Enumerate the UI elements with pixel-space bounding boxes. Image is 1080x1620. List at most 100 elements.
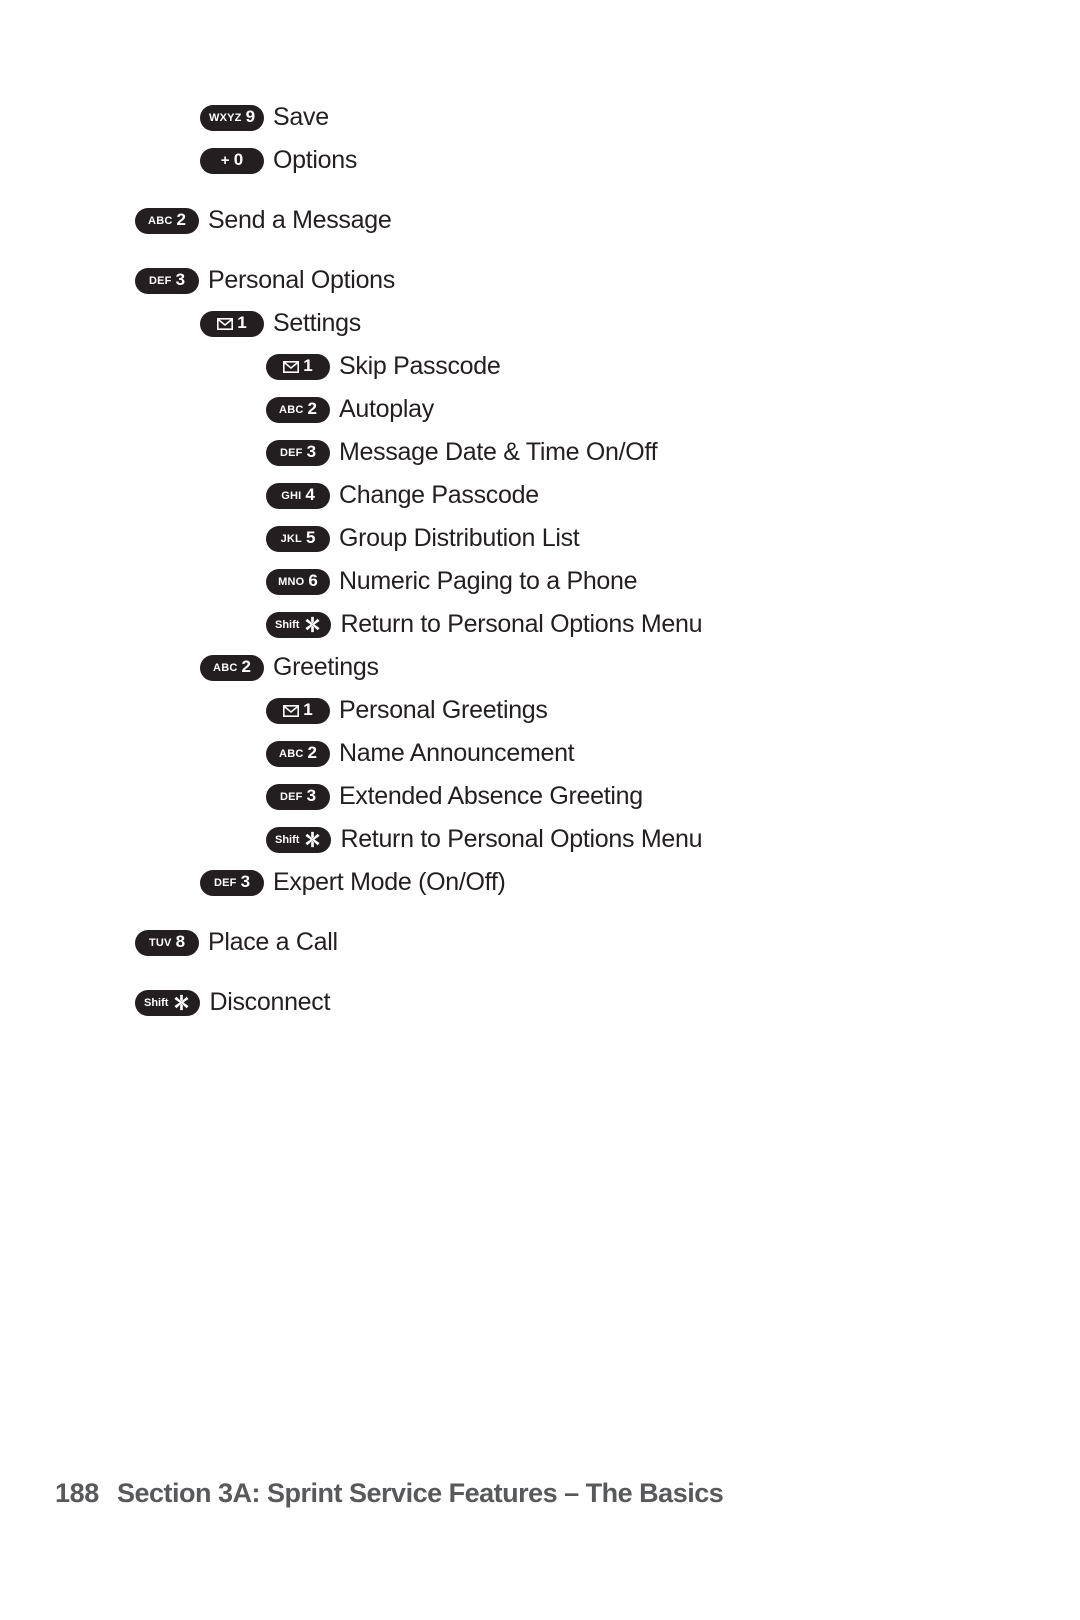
key-digit: 3 [306,786,317,805]
key-digit: 0 [233,150,244,169]
voicemail-menu-tree: WXYZ 9 Save +0 Options ABC 2 Send a Message DEF 3… [0,96,1080,1024]
key-digit: 3 [240,872,251,891]
menu-row: ABC 2 Send a Message [0,199,1080,242]
key-digit: 3 [306,442,317,461]
key-digit: 2 [307,399,317,418]
menu-row: DEF 3 Expert Mode (On/Off) [0,861,1080,904]
menu-row: ABC 2 Autoplay [0,388,1080,431]
phone-key-badge: Shift [266,611,332,638]
phone-key-badge: Shift [135,989,201,1016]
key-digit: 8 [175,932,186,951]
menu-row: ABC 2 Name Announcement [0,732,1080,775]
menu-item-label: Group Distribution List [339,524,580,552]
key-sublabel: WXYZ [209,112,242,124]
menu-row: TUV 8 Place a Call [0,921,1080,964]
key-sublabel: DEF [213,877,237,889]
menu-row: DEF 3 Message Date & Time On/Off [0,431,1080,474]
menu-row: MNO 6 Numeric Paging to a Phone [0,560,1080,603]
key-sublabel: ABC [279,404,304,416]
footer-page-number: 188 [55,1478,99,1508]
footer-section-title: Section 3A: Sprint Service Features – Th… [117,1478,724,1508]
menu-row: Shift Return to Personal Options Menu [0,603,1080,646]
key-sublabel: JKL [280,533,302,545]
key-sublabel: Shift [275,619,300,631]
phone-key-badge: 1 [200,310,264,337]
key-sublabel: + [220,152,230,169]
asterisk-key-icon [303,615,322,634]
menu-item-label: Greetings [273,653,379,681]
key-digit: 4 [305,485,315,504]
phone-key-badge: JKL 5 [266,525,330,552]
key-digit: 9 [245,107,256,126]
key-digit: 2 [241,657,251,676]
menu-item-label: Skip Passcode [339,352,501,380]
key-sublabel: DEF [148,275,172,287]
phone-key-badge: DEF 3 [266,783,330,810]
menu-item-label: Return to Personal Options Menu [340,610,703,638]
key-digit: 6 [308,571,318,590]
key-sublabel: DEF [279,791,303,803]
key-sublabel: DEF [279,447,303,459]
key-sublabel: Shift [144,997,169,1009]
key-digit: 1 [303,356,313,375]
phone-key-badge: DEF 3 [266,439,330,466]
key-digit: 3 [175,270,186,289]
phone-key-badge: Shift [266,826,332,853]
menu-item-label: Disconnect [209,988,331,1016]
menu-item-label: Autoplay [339,395,434,423]
phone-key-badge: TUV 8 [135,929,199,956]
key-sublabel: Shift [275,834,300,846]
key-sublabel: MNO [278,576,305,588]
menu-row: 1 Personal Greetings [0,689,1080,732]
menu-item-label: Personal Options [208,266,395,294]
phone-key-badge: DEF 3 [200,869,264,896]
phone-key-badge: ABC 2 [135,207,199,234]
menu-item-label: Extended Absence Greeting [339,782,643,810]
envelope-icon [283,704,300,717]
menu-row: Shift Return to Personal Options Menu [0,818,1080,861]
menu-row: DEF 3 Extended Absence Greeting [0,775,1080,818]
envelope-icon [283,360,300,373]
menu-item-label: Name Announcement [339,739,575,767]
menu-item-label: Settings [273,309,361,337]
phone-key-badge: WXYZ 9 [200,104,265,131]
phone-key-badge: +0 [200,147,264,174]
phone-key-badge: MNO 6 [266,568,330,595]
menu-row: +0 Options [0,139,1080,182]
menu-row: ABC 2 Greetings [0,646,1080,689]
phone-key-badge: 1 [266,353,330,380]
menu-item-label: Options [273,146,358,174]
asterisk-key-icon [303,830,322,849]
menu-item-label: Message Date & Time On/Off [339,438,658,466]
menu-item-label: Return to Personal Options Menu [340,825,703,853]
key-digit: 2 [176,210,186,229]
menu-item-label: Send a Message [208,206,392,234]
phone-key-badge: DEF 3 [135,267,199,294]
menu-row: WXYZ 9 Save [0,96,1080,139]
key-sublabel: ABC [148,215,173,227]
menu-item-label: Save [273,103,329,131]
menu-row: DEF 3 Personal Options [0,259,1080,302]
envelope-icon [217,317,234,330]
key-digit: 1 [303,700,313,719]
menu-item-label: Change Passcode [339,481,539,509]
menu-item-label: Personal Greetings [339,696,548,724]
phone-key-badge: 1 [266,697,330,724]
document-page: WXYZ 9 Save +0 Options ABC 2 Send a Message DEF 3… [0,0,1080,1620]
key-digit: 2 [307,743,317,762]
phone-key-badge: ABC 2 [200,654,264,681]
phone-key-badge: ABC 2 [266,396,330,423]
key-sublabel: TUV [148,937,172,949]
key-digit: 5 [305,528,316,547]
phone-key-badge: ABC 2 [266,740,330,767]
menu-row: GHI 4 Change Passcode [0,474,1080,517]
key-digit: 1 [237,313,247,332]
key-sublabel: GHI [281,490,302,502]
menu-row: 1 Settings [0,302,1080,345]
asterisk-key-icon [172,993,191,1012]
page-footer: 188 Section 3A: Sprint Service Features … [0,1478,1080,1509]
menu-item-label: Numeric Paging to a Phone [339,567,638,595]
menu-item-label: Expert Mode (On/Off) [273,868,506,896]
menu-row: Shift Disconnect [0,981,1080,1024]
key-sublabel: ABC [213,662,238,674]
